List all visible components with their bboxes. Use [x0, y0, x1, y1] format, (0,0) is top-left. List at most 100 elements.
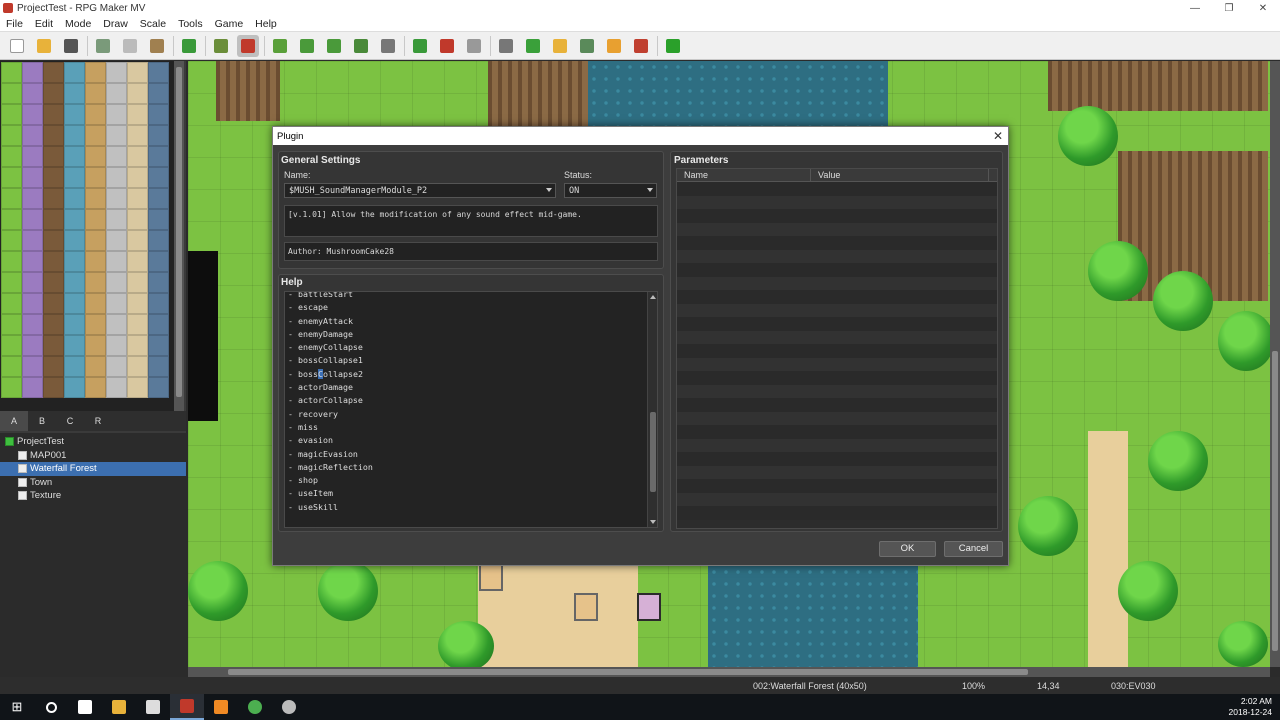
- tile-swatch[interactable]: [22, 188, 43, 209]
- scroll-down-icon[interactable]: [650, 520, 656, 524]
- tile-swatch[interactable]: [85, 62, 106, 83]
- map-horizontal-scrollbar[interactable]: [188, 667, 1270, 677]
- pencil-icon[interactable]: [269, 35, 291, 57]
- zoom-out-icon[interactable]: [436, 35, 458, 57]
- parameter-row[interactable]: [677, 222, 997, 236]
- tile-swatch[interactable]: [148, 62, 169, 83]
- tile-swatch[interactable]: [43, 293, 64, 314]
- map-vertical-scrollbar[interactable]: [1270, 61, 1280, 667]
- tile-swatch[interactable]: [148, 377, 169, 398]
- tile-swatch[interactable]: [148, 167, 169, 188]
- tile-swatch[interactable]: [64, 104, 85, 125]
- tile-swatch[interactable]: [127, 167, 148, 188]
- tile-swatch[interactable]: [85, 335, 106, 356]
- tile-swatch[interactable]: [1, 167, 22, 188]
- tile-swatch[interactable]: [43, 377, 64, 398]
- selected-event-character[interactable]: [637, 593, 661, 621]
- tile-swatch[interactable]: [22, 62, 43, 83]
- tile-swatch[interactable]: [127, 230, 148, 251]
- tab-b[interactable]: B: [28, 416, 56, 426]
- tile-swatch[interactable]: [22, 83, 43, 104]
- menu-draw[interactable]: Draw: [97, 18, 134, 30]
- tile-swatch[interactable]: [22, 293, 43, 314]
- parameter-row[interactable]: [677, 506, 997, 520]
- tile-swatch[interactable]: [1, 209, 22, 230]
- tile-swatch[interactable]: [22, 125, 43, 146]
- tile-swatch[interactable]: [64, 125, 85, 146]
- tree-item-map[interactable]: Waterfall Forest: [0, 462, 186, 476]
- parameter-row[interactable]: [677, 384, 997, 398]
- tile-swatch[interactable]: [106, 188, 127, 209]
- tile-swatch[interactable]: [148, 188, 169, 209]
- tile-swatch[interactable]: [85, 272, 106, 293]
- tile-swatch[interactable]: [43, 314, 64, 335]
- ellipse-icon[interactable]: [323, 35, 345, 57]
- map-mode-icon[interactable]: [210, 35, 232, 57]
- tile-swatch[interactable]: [64, 314, 85, 335]
- tile-swatch[interactable]: [106, 377, 127, 398]
- copy-icon[interactable]: [119, 35, 141, 57]
- tile-swatch[interactable]: [64, 335, 85, 356]
- tile-swatch[interactable]: [22, 356, 43, 377]
- sound-test-icon[interactable]: [549, 35, 571, 57]
- menu-help[interactable]: Help: [249, 18, 283, 30]
- parameter-row[interactable]: [677, 303, 997, 317]
- tileset-scrollbar[interactable]: [174, 61, 184, 411]
- tile-swatch[interactable]: [22, 251, 43, 272]
- rectangle-icon[interactable]: [296, 35, 318, 57]
- parameter-row[interactable]: [677, 290, 997, 304]
- tile-swatch[interactable]: [148, 335, 169, 356]
- tile-swatch[interactable]: [85, 314, 106, 335]
- tree-item-project[interactable]: ProjectTest: [0, 435, 186, 449]
- cancel-button[interactable]: Cancel: [944, 541, 1003, 557]
- tile-swatch[interactable]: [22, 377, 43, 398]
- tile-swatch[interactable]: [85, 251, 106, 272]
- tile-swatch[interactable]: [43, 251, 64, 272]
- tile-swatch[interactable]: [106, 272, 127, 293]
- zoom-in-icon[interactable]: [409, 35, 431, 57]
- playtest-icon[interactable]: [662, 35, 684, 57]
- parameter-row[interactable]: [677, 411, 997, 425]
- tile-swatch[interactable]: [106, 293, 127, 314]
- tile-swatch[interactable]: [43, 104, 64, 125]
- tile-swatch[interactable]: [148, 209, 169, 230]
- menu-scale[interactable]: Scale: [134, 18, 172, 30]
- tile-swatch[interactable]: [85, 167, 106, 188]
- tile-swatch[interactable]: [106, 230, 127, 251]
- menu-file[interactable]: File: [0, 18, 29, 30]
- tile-swatch[interactable]: [22, 104, 43, 125]
- tab-a[interactable]: A: [0, 411, 28, 431]
- tile-swatch[interactable]: [64, 83, 85, 104]
- database-icon[interactable]: [495, 35, 517, 57]
- menu-game[interactable]: Game: [209, 18, 250, 30]
- tile-swatch[interactable]: [127, 146, 148, 167]
- tile-swatch[interactable]: [1, 356, 22, 377]
- tile-swatch[interactable]: [22, 167, 43, 188]
- tile-swatch[interactable]: [106, 167, 127, 188]
- tile-swatch[interactable]: [22, 335, 43, 356]
- parameter-row[interactable]: [677, 209, 997, 223]
- scroll-up-icon[interactable]: [650, 295, 656, 299]
- parameter-row[interactable]: [677, 330, 997, 344]
- tree-item-map[interactable]: Town: [0, 476, 186, 490]
- tile-swatch[interactable]: [22, 230, 43, 251]
- tile-swatch[interactable]: [106, 335, 127, 356]
- tile-swatch[interactable]: [85, 83, 106, 104]
- menu-edit[interactable]: Edit: [29, 18, 59, 30]
- tile-swatch[interactable]: [148, 356, 169, 377]
- parameter-row[interactable]: [677, 276, 997, 290]
- tile-swatch[interactable]: [43, 167, 64, 188]
- tile-swatch[interactable]: [148, 272, 169, 293]
- actual-size-icon[interactable]: [463, 35, 485, 57]
- tile-swatch[interactable]: [1, 314, 22, 335]
- parameter-row[interactable]: [677, 182, 997, 196]
- tile-swatch[interactable]: [1, 335, 22, 356]
- tile-swatch[interactable]: [22, 146, 43, 167]
- resource-manager-icon[interactable]: [603, 35, 625, 57]
- tile-swatch[interactable]: [148, 251, 169, 272]
- maximize-button[interactable]: ❐: [1212, 3, 1246, 14]
- parameter-row[interactable]: [677, 371, 997, 385]
- tile-swatch[interactable]: [148, 83, 169, 104]
- tile-swatch[interactable]: [22, 314, 43, 335]
- tile-swatch[interactable]: [1, 62, 22, 83]
